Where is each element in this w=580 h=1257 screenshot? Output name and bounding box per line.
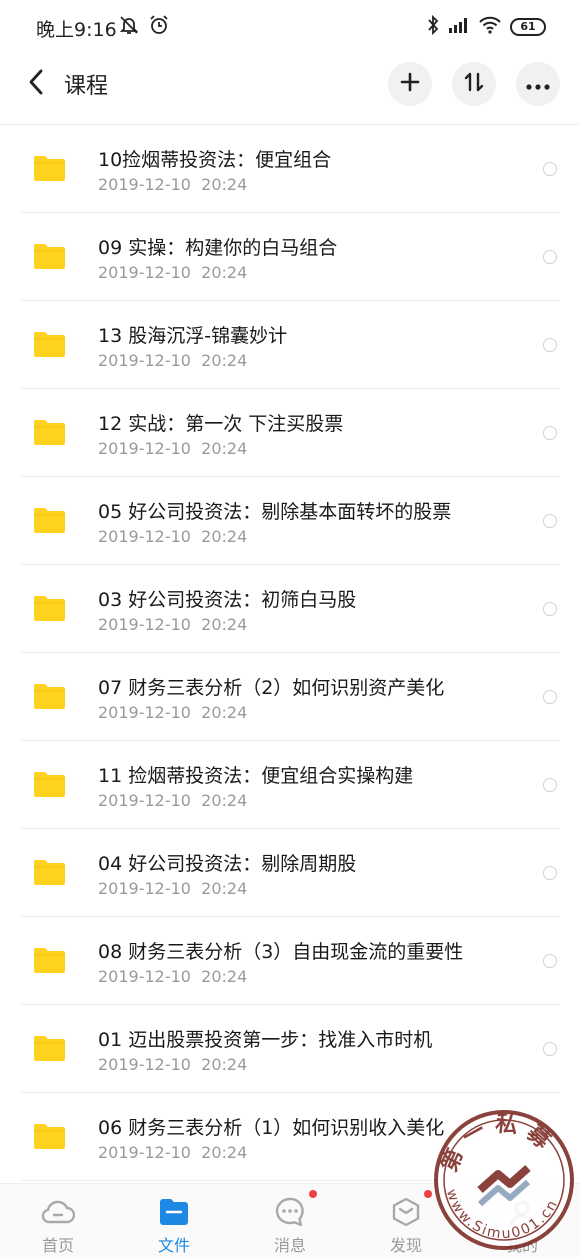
select-radio[interactable] (543, 602, 557, 616)
list-item[interactable]: 12 实战：第一次 下注买股票 2019-12-10 20:24 (0, 389, 580, 477)
folder-icon (34, 1035, 65, 1061)
nav-home-label: 首页 (41, 1236, 74, 1255)
folder-icon (34, 947, 65, 973)
status-time: 晚上9:16 (36, 19, 117, 41)
add-button[interactable] (388, 62, 432, 106)
nav-home[interactable]: 首页 (0, 1184, 116, 1257)
back-button[interactable] (22, 66, 50, 102)
file-list[interactable]: 10捡烟蒂投资法：便宜组合 2019-12-10 20:24 09 实操：构建你… (0, 125, 580, 1183)
bluetooth-icon (426, 14, 440, 40)
list-item[interactable]: 10捡烟蒂投资法：便宜组合 2019-12-10 20:24 (0, 125, 580, 213)
select-radio[interactable] (543, 690, 557, 704)
select-radio[interactable] (543, 162, 557, 176)
nav-files[interactable]: 文件 (116, 1184, 232, 1257)
file-name: 10捡烟蒂投资法：便宜组合 (98, 149, 332, 171)
file-date: 2019-12-10 20:24 (98, 703, 248, 722)
list-item[interactable]: 13 股海沉浮-锦囊妙计 2019-12-10 20:24 (0, 301, 580, 389)
folder-icon (34, 595, 65, 621)
folder-icon (34, 155, 65, 181)
file-name: 08 财务三表分析（3）自由现金流的重要性 (98, 941, 464, 963)
header: 课程 (0, 54, 580, 114)
file-date: 2019-12-10 20:24 (98, 175, 248, 194)
list-item[interactable]: 08 财务三表分析（3）自由现金流的重要性 2019-12-10 20:24 (0, 917, 580, 1005)
file-name: 03 好公司投资法：初筛白马股 (98, 589, 357, 611)
discover-box-icon (389, 1196, 423, 1228)
folder-icon (34, 859, 65, 885)
chat-bubble-icon (273, 1196, 307, 1228)
file-name: 05 好公司投资法：剔除基本面转坏的股票 (98, 501, 452, 523)
folder-icon (34, 419, 65, 445)
select-radio[interactable] (543, 426, 557, 440)
sort-button[interactable] (452, 62, 496, 106)
signal-icon (448, 16, 470, 38)
select-radio[interactable] (543, 250, 557, 264)
file-name: 11 捡烟蒂投资法：便宜组合实操构建 (98, 765, 414, 787)
select-radio[interactable] (543, 514, 557, 528)
select-radio[interactable] (543, 1042, 557, 1056)
sort-icon (463, 71, 485, 97)
file-name: 01 迈出股票投资第一步：找准入市时机 (98, 1029, 433, 1051)
list-item[interactable]: 04 好公司投资法：剔除周期股 2019-12-10 20:24 (0, 829, 580, 917)
file-date: 2019-12-10 20:24 (98, 879, 248, 898)
select-radio[interactable] (543, 954, 557, 968)
wifi-icon (478, 16, 502, 38)
folder-filled-icon (157, 1196, 191, 1228)
notification-dot (309, 1190, 317, 1198)
nav-messages-label: 消息 (273, 1236, 306, 1255)
nav-messages[interactable]: 消息 (232, 1184, 348, 1257)
select-radio[interactable] (543, 338, 557, 352)
plus-icon (400, 72, 420, 96)
file-date: 2019-12-10 20:24 (98, 263, 248, 282)
page-title: 课程 (64, 74, 109, 99)
list-item[interactable]: 03 好公司投资法：初筛白马股 2019-12-10 20:24 (0, 565, 580, 653)
battery-icon: 61 (510, 18, 546, 36)
status-left-icons (118, 14, 170, 40)
file-date: 2019-12-10 20:24 (98, 1143, 248, 1162)
file-date: 2019-12-10 20:24 (98, 615, 248, 634)
more-dots-icon (526, 75, 550, 94)
file-date: 2019-12-10 20:24 (98, 967, 248, 986)
folder-icon (34, 331, 65, 357)
cloud-icon (41, 1196, 75, 1228)
notification-dot (424, 1190, 432, 1198)
folder-icon (34, 1123, 65, 1149)
list-item[interactable]: 05 好公司投资法：剔除基本面转坏的股票 2019-12-10 20:24 (0, 477, 580, 565)
select-radio[interactable] (543, 866, 557, 880)
more-button[interactable] (516, 62, 560, 106)
status-right-icons: 61 (426, 14, 546, 40)
file-name: 06 财务三表分析（1）如何识别收入美化 (98, 1117, 445, 1139)
file-name: 13 股海沉浮-锦囊妙计 (98, 325, 288, 347)
list-item[interactable]: 11 捡烟蒂投资法：便宜组合实操构建 2019-12-10 20:24 (0, 741, 580, 829)
folder-icon (34, 771, 65, 797)
file-name: 04 好公司投资法：剔除周期股 (98, 853, 357, 875)
mute-bell-icon (118, 14, 140, 40)
nav-files-label: 文件 (157, 1236, 190, 1255)
file-date: 2019-12-10 20:24 (98, 439, 248, 458)
file-date: 2019-12-10 20:24 (98, 527, 248, 546)
file-date: 2019-12-10 20:24 (98, 351, 248, 370)
alarm-icon (148, 14, 170, 40)
file-name: 12 实战：第一次 下注买股票 (98, 413, 344, 435)
status-bar: 晚上9:16 61 (0, 0, 580, 54)
file-date: 2019-12-10 20:24 (98, 1055, 248, 1074)
list-item[interactable]: 01 迈出股票投资第一步：找准入市时机 2019-12-10 20:24 (0, 1005, 580, 1093)
back-arrow-icon (28, 69, 44, 99)
folder-icon (34, 507, 65, 533)
list-item[interactable]: 09 实操：构建你的白马组合 2019-12-10 20:24 (0, 213, 580, 301)
select-radio[interactable] (543, 778, 557, 792)
folder-icon (34, 683, 65, 709)
file-name: 07 财务三表分析（2）如何识别资产美化 (98, 677, 445, 699)
file-name: 09 实操：构建你的白马组合 (98, 237, 338, 259)
list-item[interactable]: 07 财务三表分析（2）如何识别资产美化 2019-12-10 20:24 (0, 653, 580, 741)
file-date: 2019-12-10 20:24 (98, 791, 248, 810)
watermark-stamp: 第一私募 www.Simu001.cn (432, 1108, 576, 1252)
folder-icon (34, 243, 65, 269)
